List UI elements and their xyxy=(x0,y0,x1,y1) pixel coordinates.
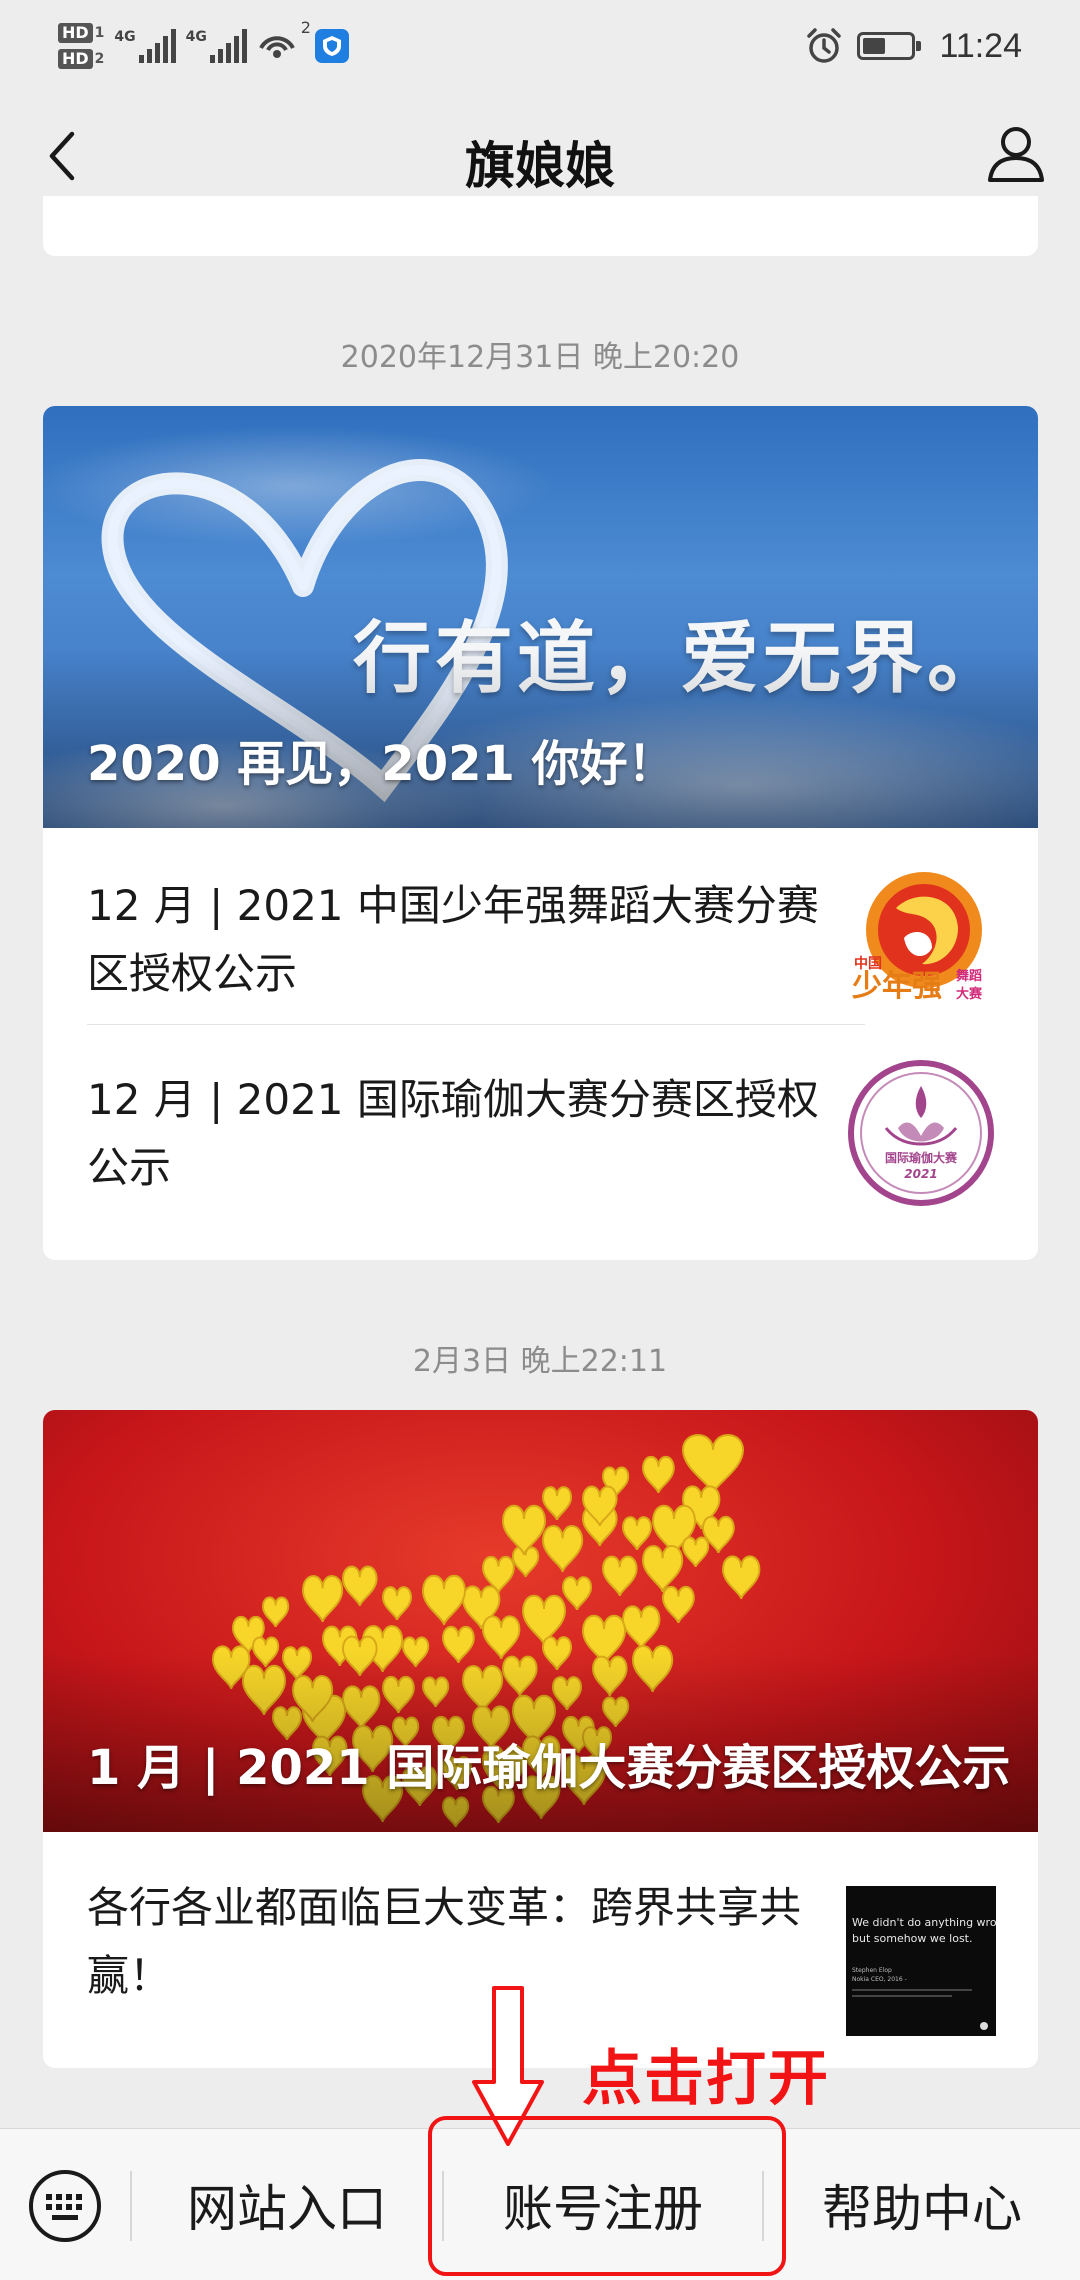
heart-shape xyxy=(301,1575,344,1623)
yoga-logo-text: 国际瑜伽大赛 xyxy=(885,1150,958,1165)
annotation-highlight-box xyxy=(428,2116,786,2276)
article-card: 行有道，爱无界。 2020 再见，2021 你好！ 12 月 | 2021 中国… xyxy=(43,406,1038,1260)
heart-shape xyxy=(261,1596,290,1628)
banner-title: 1 月 | 2021 国际瑜伽大赛分赛区授权公示 xyxy=(87,1740,1011,1796)
heart-shape xyxy=(561,1576,593,1611)
heart-shape xyxy=(641,1455,675,1494)
heart-shape xyxy=(341,1565,378,1607)
heart-shape xyxy=(521,1594,567,1646)
article-divider xyxy=(87,1024,865,1025)
sim2-signal-icon: 4G xyxy=(186,29,247,63)
hotspot-icon: 2 xyxy=(257,18,311,66)
featured-article-banner[interactable]: 行有道，爱无界。 2020 再见，2021 你好！ xyxy=(43,406,1038,828)
status-right: 11:24 xyxy=(805,18,1022,74)
hd1-badge: HD xyxy=(58,23,93,43)
feed-timestamp: 2020年12月31日 晚上20:20 xyxy=(340,340,740,375)
logo-text-2: 少年强 xyxy=(852,969,942,1004)
annotation-click-open: 点击打开 xyxy=(582,2044,830,2114)
battery-icon xyxy=(857,32,922,60)
quote-line-2: but somehow we lost. xyxy=(852,1932,973,1945)
page-title: 旗娘娘 xyxy=(465,137,615,195)
heart-shape xyxy=(601,1555,638,1597)
hotspot-count: 2 xyxy=(300,18,311,37)
sim1-label: 4G xyxy=(114,29,136,45)
logo-text-4: 大赛 xyxy=(956,986,983,1002)
status-bar: HD 1 HD 2 4G 4G 2 11:24 xyxy=(0,0,1080,92)
heart-shape xyxy=(541,1525,584,1573)
quote-line-1: We didn't do anything wro xyxy=(852,1916,996,1929)
article-item[interactable]: 12 月 | 2021 国际瑜伽大赛分赛区授权公示 国际瑜伽大赛 2021 xyxy=(43,1026,1038,1222)
logo-text-3: 舞蹈 xyxy=(955,968,982,984)
heart-shape xyxy=(721,1555,761,1600)
heart-shape xyxy=(381,1586,413,1621)
heart-shape xyxy=(661,1585,695,1624)
youth-dance-logo-thumbnail: 中国 少年强 舞蹈 大赛 xyxy=(846,868,996,1018)
hd1-sub: 1 xyxy=(94,25,105,41)
yoga-logo-year: 2021 xyxy=(904,1167,937,1181)
yoga-contest-logo-thumbnail: 国际瑜伽大赛 2021 xyxy=(846,1058,996,1208)
keyboard-icon[interactable] xyxy=(26,2167,104,2245)
previous-article-card[interactable] xyxy=(43,196,1038,256)
heart-shape xyxy=(621,1516,653,1551)
hd2-sub: 2 xyxy=(94,51,105,67)
heart-shape xyxy=(421,1574,467,1626)
featured-article-banner[interactable]: 1 月 | 2021 国际瑜伽大赛分赛区授权公示 xyxy=(43,1410,1038,1832)
status-left: HD 1 HD 2 4G 4G 2 xyxy=(58,14,349,78)
sim2-label: 4G xyxy=(185,29,207,45)
profile-icon[interactable] xyxy=(980,118,1052,190)
quote-role: Nokia CEO, 2016 - xyxy=(852,1976,907,1983)
heart-shape xyxy=(621,1605,661,1650)
article-title: 12 月 | 2021 国际瑜伽大赛分赛区授权公示 xyxy=(87,1075,819,1192)
article-item[interactable]: 12 月 | 2021 中国少年强舞蹈大赛分赛区授权公示 中国 少年强 舞蹈 大… xyxy=(43,828,1038,1024)
heart-shape xyxy=(681,1536,710,1568)
article-card: 1 月 | 2021 国际瑜伽大赛分赛区授权公示 各行各业都面临巨大变革：跨界共… xyxy=(43,1410,1038,2068)
status-time: 11:24 xyxy=(939,26,1022,65)
heart-shape xyxy=(501,1504,547,1556)
menu-help-center[interactable]: 帮助中心 xyxy=(764,2129,1080,2280)
alarm-icon xyxy=(807,28,842,63)
heart-shape xyxy=(541,1486,573,1521)
banner-title: 2020 再见，2021 你好！ xyxy=(87,736,676,792)
quote-author: Stephen Elop xyxy=(852,1967,892,1974)
security-shield-icon xyxy=(314,29,349,63)
hd-indicators: HD 1 HD 2 xyxy=(58,23,104,69)
hd2-badge: HD xyxy=(58,49,93,69)
menu-website-entry[interactable]: 网站入口 xyxy=(132,2129,442,2280)
quote-slide-thumbnail: We didn't do anything wro but somehow we… xyxy=(846,1886,996,2036)
article-title: 12 月 | 2021 中国少年强舞蹈大赛分赛区授权公示 xyxy=(87,881,819,998)
sim1-signal-icon: 4G xyxy=(114,29,176,63)
heart-shape xyxy=(641,1545,684,1593)
feed-timestamp: 2月3日 晚上22:11 xyxy=(412,1344,668,1379)
